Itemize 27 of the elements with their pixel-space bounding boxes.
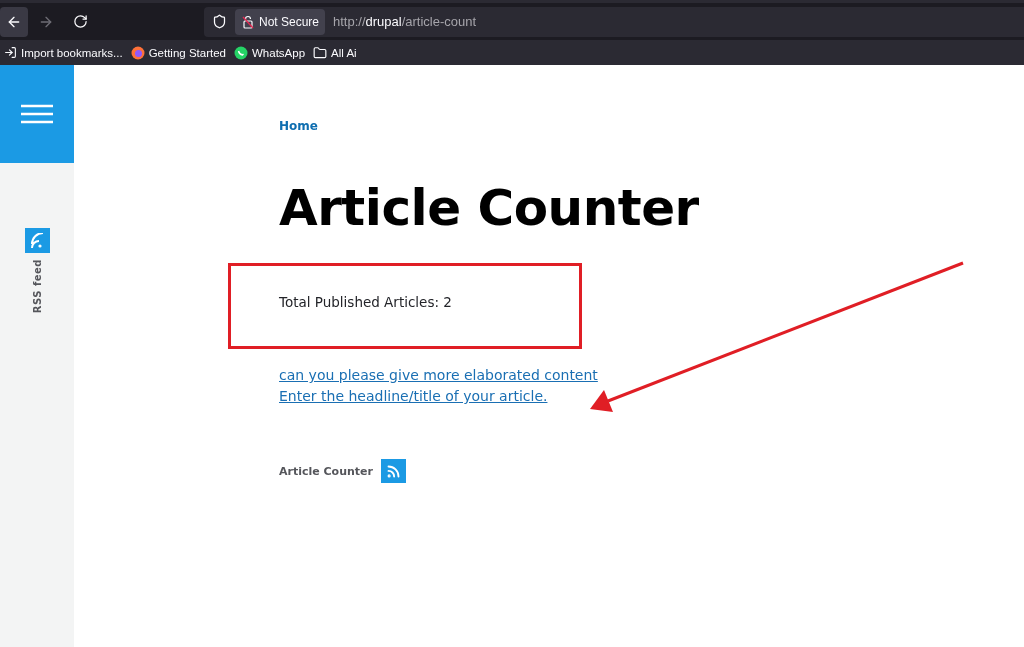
address-bar[interactable]: Not Secure http://drupal/article-count xyxy=(204,6,1024,37)
feed-icon[interactable] xyxy=(24,228,50,253)
bookmark[interactable]: All Ai xyxy=(313,45,357,60)
url-text: http://drupal/article-count xyxy=(333,14,477,29)
bookmark[interactable]: Getting Started xyxy=(130,45,226,60)
article-count-text: Total Published Articles: 2 xyxy=(279,294,452,310)
article-link[interactable]: Enter the headline/title of your article. xyxy=(279,388,548,404)
rss-icon[interactable] xyxy=(381,459,406,483)
rss-feed-link[interactable]: RSS feed xyxy=(31,259,43,314)
shield-icon xyxy=(212,14,227,29)
security-label: Not Secure xyxy=(259,14,320,29)
browser-logo-icon xyxy=(130,45,145,60)
bookmark[interactable]: WhatsApp xyxy=(234,45,306,60)
security-badge[interactable]: Not Secure xyxy=(235,8,326,35)
import-icon xyxy=(4,46,17,59)
breadcrumb-link[interactable]: Home xyxy=(279,119,318,133)
page-title: Article Counter xyxy=(279,179,700,237)
reload-icon xyxy=(72,14,88,29)
crossed-lock-icon xyxy=(241,14,255,29)
bookmark[interactable]: Import bookmarks... xyxy=(4,46,123,59)
menu-icon xyxy=(20,104,54,124)
feed-label: Article Counter xyxy=(279,464,373,478)
folder-icon xyxy=(313,45,328,60)
article-link[interactable]: can you please give more elaborated content xyxy=(279,367,598,383)
back-button[interactable] xyxy=(0,6,28,37)
chat-bubble-icon xyxy=(234,45,248,60)
menu-button[interactable] xyxy=(0,65,74,163)
